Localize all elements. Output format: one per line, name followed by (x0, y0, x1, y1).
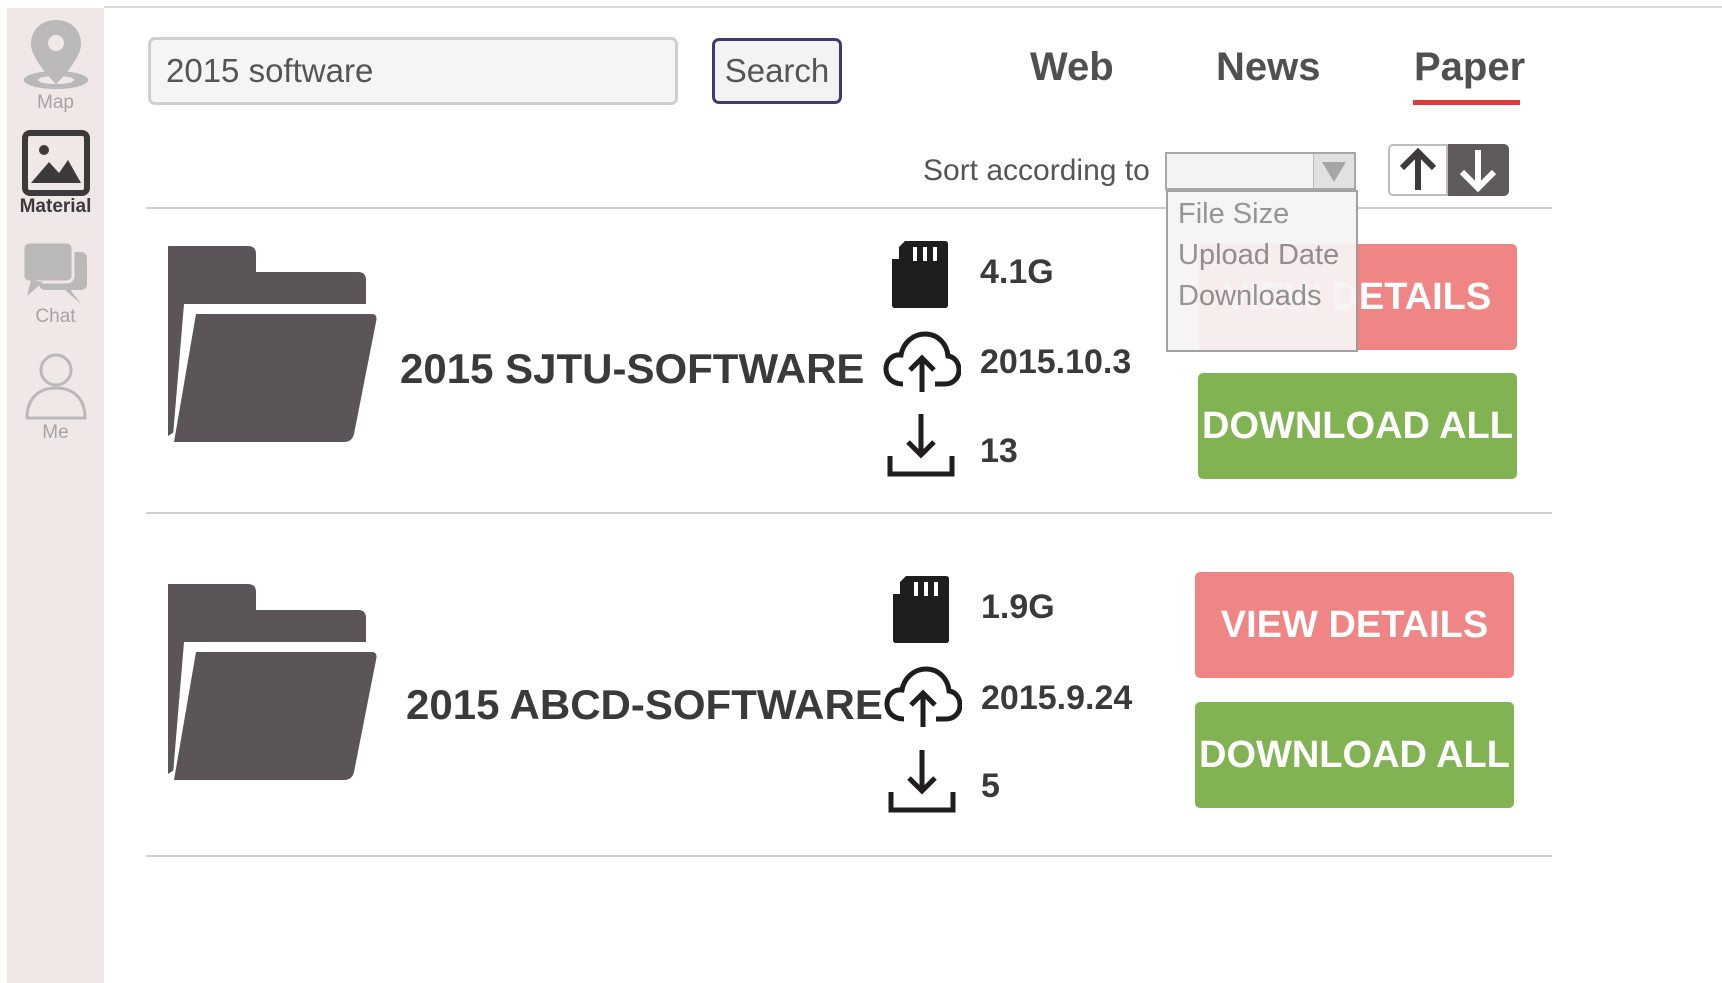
sidebar: Map Material Chat Me (7, 8, 104, 983)
sort-option-downloads[interactable]: Downloads (1178, 280, 1321, 313)
person-icon (24, 353, 87, 420)
sort-option-file-size[interactable]: File Size (1178, 198, 1289, 231)
chat-bubbles-icon (21, 240, 87, 304)
tab-web[interactable]: Web (1030, 45, 1114, 90)
search-button[interactable]: Search (712, 38, 842, 104)
sort-ascending-button[interactable] (1388, 144, 1448, 196)
arrow-up-icon (1399, 147, 1437, 190)
upload-date: 2015.9.24 (981, 679, 1133, 717)
download-all-button[interactable]: DOWNLOAD ALL (1195, 702, 1514, 808)
sidebar-item-chat[interactable]: Chat (7, 240, 104, 328)
arrow-down-icon (1459, 150, 1497, 193)
folder-icon (160, 246, 381, 455)
sort-label: Sort according to (923, 154, 1150, 187)
download-count: 5 (981, 767, 1000, 805)
download-icon (887, 748, 957, 819)
sidebar-item-label: Map (37, 92, 74, 113)
map-pin-icon (23, 20, 88, 89)
sd-card-icon (891, 239, 949, 314)
download-all-button[interactable]: DOWNLOAD ALL (1198, 373, 1517, 479)
active-tab-indicator (1413, 100, 1520, 105)
cloud-upload-icon (884, 663, 963, 734)
folder-icon (160, 584, 381, 793)
sidebar-item-label: Me (42, 422, 69, 443)
sidebar-item-map[interactable]: Map (7, 18, 104, 114)
sidebar-item-label: Material (19, 196, 92, 217)
upload-date: 2015.10.3 (980, 343, 1132, 381)
top-border (104, 6, 1722, 8)
dropdown-arrow-icon[interactable] (1313, 154, 1354, 188)
search-input[interactable] (148, 37, 678, 105)
sort-option-upload-date[interactable]: Upload Date (1178, 239, 1339, 272)
view-details-button[interactable]: VIEW DETAILS (1195, 572, 1514, 678)
download-count: 13 (980, 432, 1018, 470)
sort-select[interactable] (1165, 152, 1356, 190)
sd-card-icon (892, 574, 950, 649)
cloud-upload-icon (883, 328, 962, 399)
tab-paper[interactable]: Paper (1414, 45, 1525, 90)
divider (146, 512, 1552, 514)
sidebar-item-label: Chat (35, 306, 76, 327)
sort-descending-button[interactable] (1448, 144, 1509, 196)
download-icon (886, 412, 956, 483)
tab-news[interactable]: News (1216, 45, 1321, 90)
file-name[interactable]: 2015 ABCD-SOFTWARE (406, 681, 883, 729)
sidebar-item-material[interactable]: Material (7, 130, 104, 218)
file-size: 4.1G (980, 253, 1054, 291)
divider (146, 855, 1552, 857)
image-icon (21, 130, 90, 196)
file-name[interactable]: 2015 SJTU-SOFTWARE (400, 345, 864, 393)
sort-dropdown-menu: File Size Upload Date Downloads (1166, 190, 1358, 352)
sidebar-item-me[interactable]: Me (7, 352, 104, 444)
file-size: 1.9G (981, 588, 1055, 626)
